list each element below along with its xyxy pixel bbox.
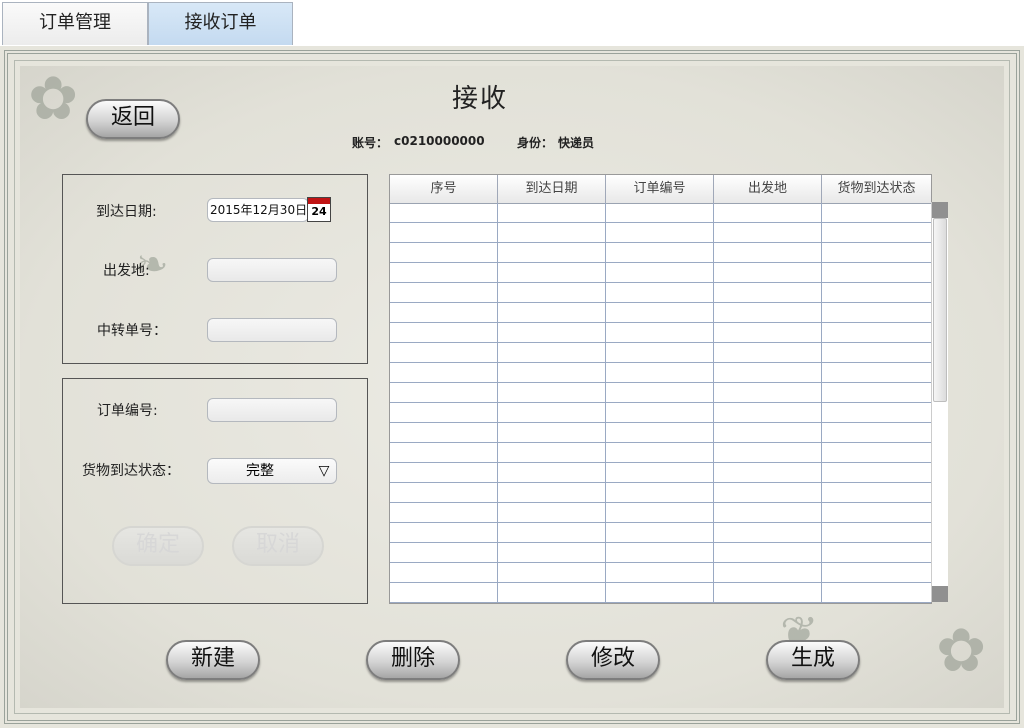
table-cell-divider [390, 403, 822, 422]
table-row[interactable] [390, 363, 931, 383]
table-cell-divider [390, 303, 822, 322]
order-no-label: 订单编号: [97, 403, 158, 419]
origin-field[interactable] [207, 258, 337, 282]
table-cell-divider [390, 383, 822, 402]
transfer-no-label: 中转单号： [97, 323, 167, 339]
table-cell-divider [390, 443, 822, 462]
table-row[interactable] [390, 223, 931, 243]
cargo-status-value: 完整 [246, 463, 274, 479]
table-row[interactable] [390, 383, 931, 403]
table-row[interactable] [390, 543, 931, 563]
new-button[interactable]: 新建 [166, 640, 260, 680]
table-cell-divider [390, 323, 822, 342]
calendar-day: 24 [311, 205, 327, 218]
back-button[interactable]: 返回 [86, 99, 180, 139]
table-row[interactable] [390, 463, 931, 483]
table-cell-divider [390, 203, 822, 222]
scroll-up-button[interactable] [932, 202, 948, 218]
table-cell-divider [390, 483, 822, 502]
table-cell-divider [390, 523, 822, 542]
table-scrollbar[interactable] [931, 202, 948, 602]
cargo-status-select[interactable]: 完整 ▽ [207, 458, 337, 484]
table-cell-divider [390, 563, 822, 582]
table-cell-divider [390, 243, 822, 262]
table-row[interactable] [390, 583, 931, 603]
flower-decoration-icon: ✿ [936, 616, 987, 686]
table-cell-divider [390, 263, 822, 282]
table-cell-divider [390, 503, 822, 522]
chevron-down-icon[interactable]: ▽ [312, 459, 336, 483]
table-row[interactable] [390, 203, 931, 223]
table-row[interactable] [390, 403, 931, 423]
account-label: 账号： [352, 136, 389, 150]
table-cell-divider [390, 463, 822, 482]
tab-receive-order[interactable]: 接收订单 [148, 2, 293, 45]
column-header-index[interactable]: 序号 [390, 175, 498, 203]
table-row[interactable] [390, 443, 931, 463]
table-row[interactable] [390, 523, 931, 543]
table-cell-divider [390, 363, 822, 382]
table-row[interactable] [390, 343, 931, 363]
confirm-button[interactable]: 确定 [112, 526, 204, 566]
table-cell-divider [390, 283, 822, 302]
cargo-status-label: 货物到达状态： [82, 463, 180, 479]
tab-bar: 订单管理 接收订单 [0, 0, 1024, 47]
calendar-icon[interactable]: 24 [307, 197, 331, 222]
table-row[interactable] [390, 323, 931, 343]
table-row[interactable] [390, 263, 931, 283]
arrive-date-field[interactable]: 2015年12月30日 [207, 198, 309, 222]
scroll-down-button[interactable] [932, 586, 948, 602]
order-no-field[interactable] [207, 398, 337, 422]
column-header-order-no[interactable]: 订单编号 [606, 175, 714, 203]
table-cell-divider [390, 583, 822, 602]
table-header: 序号 到达日期 订单编号 出发地 货物到达状态 [390, 175, 931, 204]
delete-button[interactable]: 删除 [366, 640, 460, 680]
column-header-arrive-date[interactable]: 到达日期 [498, 175, 606, 203]
column-header-cargo-status[interactable]: 货物到达状态 [822, 175, 931, 203]
table-row[interactable] [390, 303, 931, 323]
table-cell-divider [390, 543, 822, 562]
table-row[interactable] [390, 503, 931, 523]
origin-label: 出发地: [103, 263, 150, 279]
generate-button[interactable]: 生成 [766, 640, 860, 680]
cancel-button[interactable]: 取消 [232, 526, 324, 566]
table-row[interactable] [390, 243, 931, 263]
table-row[interactable] [390, 283, 931, 303]
arrive-date-label: 到达日期: [96, 204, 157, 220]
scroll-thumb[interactable] [933, 218, 947, 402]
table-cell-divider [390, 223, 822, 242]
transfer-no-field[interactable] [207, 318, 337, 342]
role-label: 身份： [517, 136, 554, 150]
table-row[interactable] [390, 423, 931, 443]
table-row[interactable] [390, 563, 931, 583]
role-value: 快递员 [558, 136, 595, 150]
flower-decoration-icon: ✿ [28, 64, 79, 134]
page-title: 接收 [452, 84, 509, 114]
order-table: 序号 到达日期 订单编号 出发地 货物到达状态 [389, 174, 932, 604]
table-cell-divider [390, 423, 822, 442]
account-value: c0210000000 [394, 134, 485, 148]
table-row[interactable] [390, 483, 931, 503]
column-header-origin[interactable]: 出发地 [714, 175, 822, 203]
table-cell-divider [390, 343, 822, 362]
tab-order-management[interactable]: 订单管理 [2, 2, 148, 45]
edit-button[interactable]: 修改 [566, 640, 660, 680]
